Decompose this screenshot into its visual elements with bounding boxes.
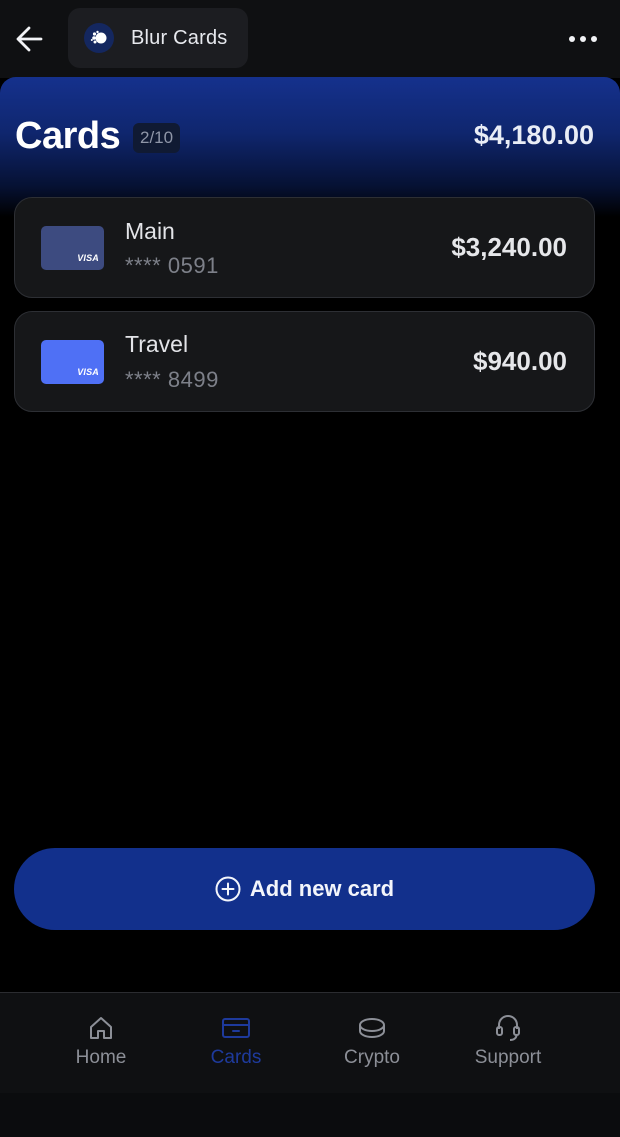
card-name: Main <box>125 218 175 244</box>
more-options-button[interactable] <box>566 26 600 52</box>
tab-label: Cards <box>210 1047 262 1068</box>
card-count-badge: 2/10 <box>133 123 181 153</box>
headset-icon <box>493 1013 523 1043</box>
page-title: Cards <box>15 115 121 157</box>
back-button[interactable] <box>12 22 46 56</box>
home-indicator-area <box>0 1093 620 1137</box>
tab-label: Crypto <box>344 1047 400 1068</box>
tab-label: Home <box>75 1047 127 1068</box>
card-thumbnail: VISA <box>41 340 104 384</box>
blur-logo-icon <box>84 23 114 53</box>
bottom-tab-bar: Home Cards Crypto Support <box>0 992 620 1137</box>
credit-card-icon <box>221 1013 251 1043</box>
card-number: **** 8499 <box>125 367 219 392</box>
tab-home[interactable]: Home <box>41 1013 161 1073</box>
tab-support[interactable]: Support <box>448 1013 568 1073</box>
app-title: Blur Cards <box>131 26 228 49</box>
plus-circle-icon <box>215 876 241 902</box>
top-bar: Blur Cards <box>0 0 620 78</box>
card-balance: $940.00 <box>473 346 567 376</box>
arrow-left-icon <box>16 26 43 52</box>
app-switcher[interactable]: Blur Cards <box>68 8 248 68</box>
card-thumbnail: VISA <box>41 226 104 270</box>
tab-cards[interactable]: Cards <box>176 1013 296 1073</box>
card-name: Travel <box>125 331 189 357</box>
card-row-travel[interactable]: VISA Travel **** 8499 $940.00 <box>14 311 595 412</box>
card-balance: $3,240.00 <box>451 232 567 262</box>
card-number: **** 0591 <box>125 253 219 278</box>
tab-crypto[interactable]: Crypto <box>312 1013 432 1073</box>
card-row-main[interactable]: VISA Main **** 0591 $3,240.00 <box>14 197 595 298</box>
add-new-card-button[interactable]: Add new card <box>14 848 595 930</box>
coin-icon <box>357 1013 387 1043</box>
more-horizontal-icon <box>569 36 575 42</box>
total-balance: $4,180.00 <box>473 120 594 150</box>
tab-label: Support <box>474 1047 542 1068</box>
visa-logo: VISA <box>77 367 99 377</box>
add-new-card-label: Add new card <box>249 876 395 901</box>
visa-logo: VISA <box>77 253 99 263</box>
home-icon <box>86 1013 116 1043</box>
